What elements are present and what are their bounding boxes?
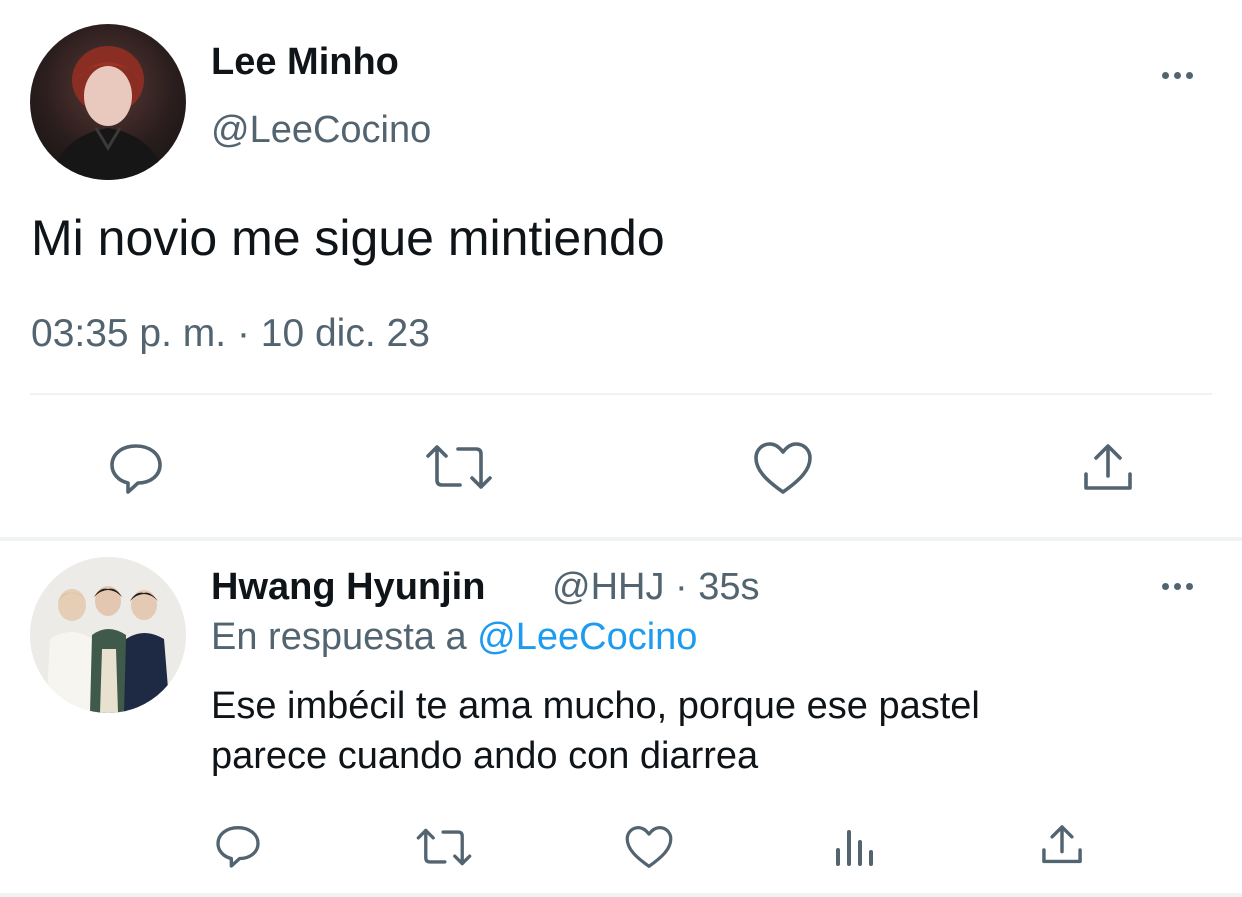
more-dot: [1162, 72, 1169, 79]
main-like-button[interactable]: [752, 440, 814, 496]
reply-context-handle-link[interactable]: @LeeCocino: [477, 616, 697, 658]
reply-context-prefix: En respuesta a: [211, 616, 467, 658]
share-icon: [1042, 825, 1082, 864]
reply-reply-button[interactable]: [213, 822, 263, 870]
main-tweet-text: Mi novio me sigue mintiendo: [31, 210, 665, 266]
main-retweet-button[interactable]: [424, 442, 494, 492]
section-divider: [0, 537, 1242, 541]
more-dot: [1174, 583, 1181, 590]
reply-context: En respuesta a @LeeCocino: [211, 615, 697, 659]
reply-author-name[interactable]: Hwang Hyunjin: [211, 565, 485, 609]
views-icon: [836, 830, 873, 866]
avatar-group-photo-icon: [30, 557, 186, 713]
reply-more-button[interactable]: [1162, 583, 1193, 590]
main-author-avatar[interactable]: [30, 24, 186, 180]
retweet-icon: [416, 828, 472, 866]
reply-text-line-2: parece cuando ando con diarrea: [211, 735, 759, 777]
more-dot: [1186, 583, 1193, 590]
heart-icon: [625, 826, 673, 868]
reply-like-button[interactable]: [624, 824, 674, 870]
more-dot: [1186, 72, 1193, 79]
reply-views-button[interactable]: [832, 826, 878, 868]
bottom-divider: [0, 893, 1242, 897]
reply-author-avatar[interactable]: [30, 557, 186, 713]
heart-icon: [754, 442, 812, 494]
reply-share-button[interactable]: [1039, 822, 1085, 868]
main-reply-button[interactable]: [106, 440, 166, 496]
reply-retweet-button[interactable]: [415, 826, 473, 868]
main-more-button[interactable]: [1162, 72, 1193, 79]
avatar-portrait-icon: [50, 46, 166, 180]
more-dot: [1162, 583, 1169, 590]
main-author-name[interactable]: Lee Minho: [211, 40, 399, 84]
more-dot: [1174, 72, 1181, 79]
share-icon: [1084, 444, 1132, 490]
retweet-icon: [426, 445, 492, 489]
reply-text-line-1: Ese imbécil te ama mucho, porque ese pas…: [211, 685, 980, 727]
reply-icon: [216, 826, 260, 868]
reply-icon: [110, 444, 162, 494]
reply-author-meta[interactable]: @HHJ · 35s: [552, 565, 760, 609]
main-divider-top: [30, 393, 1212, 395]
main-author-handle[interactable]: @LeeCocino: [211, 108, 431, 152]
main-share-button[interactable]: [1080, 440, 1136, 496]
main-tweet-timestamp[interactable]: 03:35 p. m. · 10 dic. 23: [31, 311, 430, 357]
